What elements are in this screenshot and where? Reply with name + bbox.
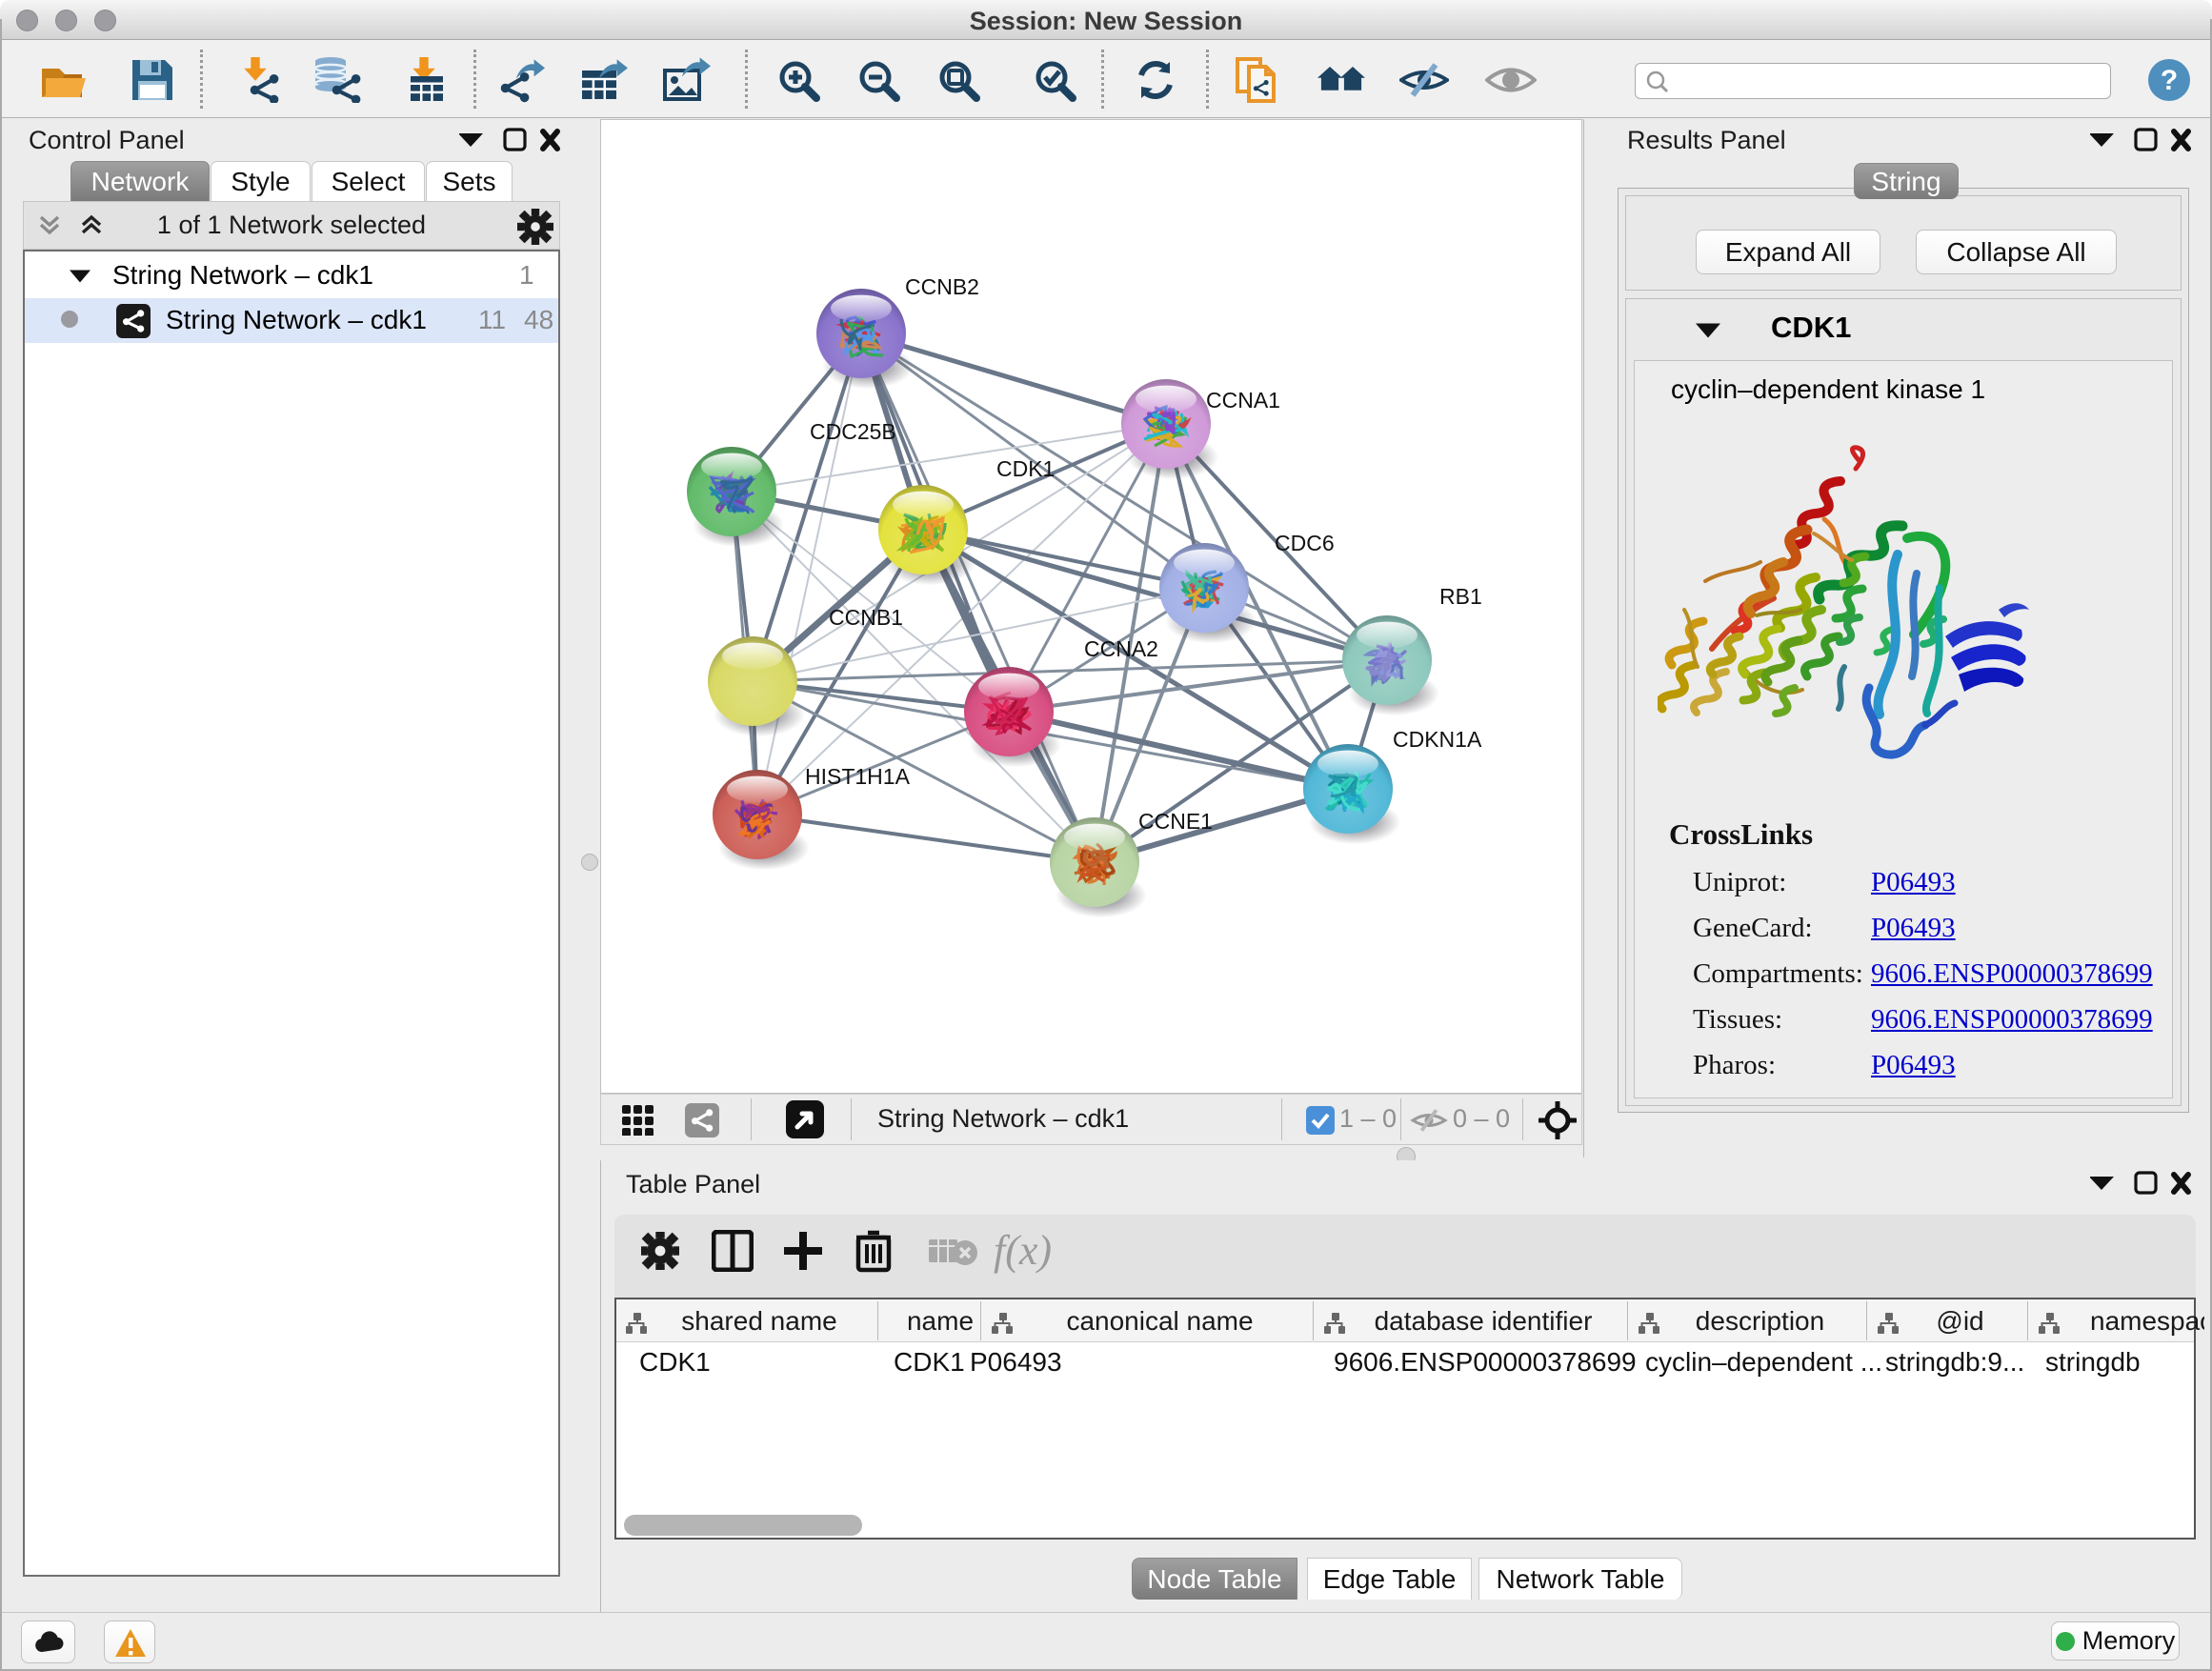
svg-text:CDKN1A: CDKN1A (1393, 727, 1482, 752)
svg-text:CDC25B: CDC25B (810, 419, 896, 444)
svg-text:CDK1: CDK1 (996, 456, 1055, 481)
svg-text:?: ? (2161, 65, 2178, 96)
svg-text:CCNB1: CCNB1 (829, 605, 903, 630)
svg-text:CDC6: CDC6 (1275, 531, 1335, 555)
svg-text:CCNA1: CCNA1 (1206, 388, 1280, 413)
svg-text:CCNA2: CCNA2 (1084, 636, 1158, 661)
svg-text:RB1: RB1 (1439, 584, 1482, 609)
svg-text:CCNE1: CCNE1 (1138, 809, 1213, 834)
svg-text:CCNB2: CCNB2 (905, 274, 979, 299)
svg-text:HIST1H1A: HIST1H1A (805, 764, 911, 789)
